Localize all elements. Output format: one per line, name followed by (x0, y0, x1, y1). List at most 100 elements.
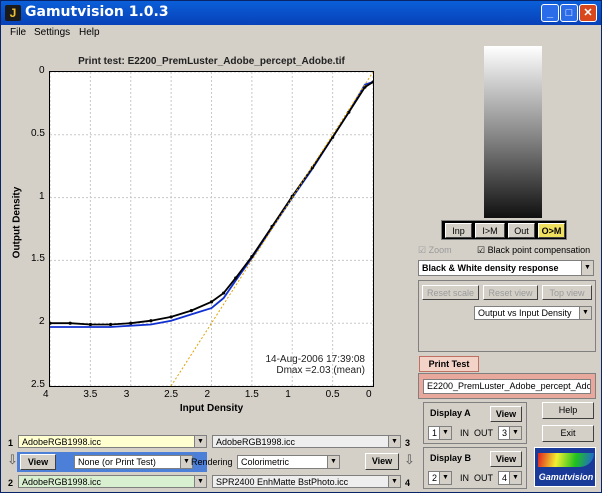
chevron-down-icon: ▼ (194, 436, 206, 447)
display-b-out-label: OUT (474, 473, 493, 483)
menu-settings[interactable]: Settings (34, 27, 70, 38)
bpc-checkbox[interactable]: ☑ Black point compensation (477, 245, 590, 256)
profile-1-select[interactable]: AdobeRGB1998.icc ▼ (18, 435, 207, 448)
display-b-in-select[interactable]: 2 ▼ (428, 471, 452, 485)
top-view-button[interactable]: Top view (542, 285, 592, 300)
mid-row-panel: View None (or Print Test) ▼ (17, 452, 207, 472)
display-a-out-select[interactable]: 3 ▼ (498, 426, 522, 440)
data-point (189, 309, 193, 313)
plot-title: Print test: E2200_PremLuster_Adobe_perce… (78, 56, 345, 67)
data-point (234, 276, 238, 280)
display-a-out-label: OUT (474, 428, 493, 438)
x-tick-label: 2 (204, 389, 211, 400)
view-1-button[interactable]: View (20, 454, 56, 470)
x-tick-label: 1 (285, 389, 291, 400)
data-point (88, 322, 92, 327)
data-point (169, 315, 173, 319)
timestamp-label: 14-Aug-2006 17:39:08 (265, 354, 365, 365)
minimize-button[interactable]: _ (541, 4, 559, 22)
menu-file[interactable]: File (10, 27, 26, 38)
display-b-in-label: IN (460, 473, 469, 483)
out-button[interactable]: Out (508, 223, 535, 238)
data-point (50, 321, 52, 325)
zoom-checkbox[interactable]: ☑ Zoom (418, 245, 452, 256)
profile-4-number: 4 (405, 478, 411, 488)
view-button-group: Inp I>M Out O>M (441, 220, 567, 240)
x-tick-label: 3 (123, 389, 130, 400)
profile-4-value: SPR2400 EnhMatte BstPhoto.icc (216, 477, 349, 487)
i-to-m-button[interactable]: I>M (475, 223, 505, 238)
x-tick-label: 2.5 (164, 389, 179, 400)
print-test-button[interactable]: Print Test (419, 356, 479, 372)
data-point (222, 291, 226, 295)
display-a-view-button[interactable]: View (490, 406, 522, 422)
data-point (209, 300, 214, 304)
exit-button[interactable]: Exit (542, 425, 594, 442)
menu-bar: File Settings Help (1, 25, 601, 41)
display-b-label: Display B (430, 453, 472, 463)
data-point (68, 321, 72, 325)
chart-svg (50, 72, 373, 386)
chevron-down-icon: ▼ (388, 436, 400, 447)
reset-scale-button[interactable]: Reset scale (422, 285, 479, 300)
profile-4-select[interactable]: SPR2400 EnhMatte BstPhoto.icc ▼ (212, 475, 401, 488)
display-b-view-button[interactable]: View (490, 451, 522, 467)
logo-swoosh (538, 453, 594, 467)
menu-help[interactable]: Help (79, 27, 100, 38)
display-a-out-value: 3 (502, 428, 508, 438)
y-tick-label: 0.5 (31, 127, 45, 139)
profile-3-value: AdobeRGB1998.icc (216, 437, 296, 447)
chevron-down-icon: ▼ (439, 427, 451, 439)
display-a-label: Display A (430, 408, 471, 418)
inp-button[interactable]: Inp (445, 223, 472, 238)
profile-2-select[interactable]: AdobeRGB1998.icc ▼ (18, 475, 207, 488)
y-tick-label: 1 (39, 190, 45, 202)
y-tick-label: 0 (39, 65, 45, 76)
arrow-down-right-icon: ⇩ (404, 452, 415, 467)
display-b-in-value: 2 (432, 473, 438, 483)
rendering-label: Rendering (191, 457, 233, 467)
rendering-select[interactable]: Colorimetric ▼ (237, 455, 340, 469)
axis-select-value: Output vs Input Density (478, 308, 572, 318)
profile-3-number: 3 (405, 438, 411, 448)
app-window: J Gamutvision 1.0.3 _ □ ✕ File Settings … (0, 0, 602, 493)
x-axis-label: Input Density (179, 403, 244, 414)
display-a-in-label: IN (460, 428, 469, 438)
data-point (129, 321, 133, 325)
zoom-label: Zoom (428, 245, 452, 255)
o-to-m-button[interactable]: O>M (538, 223, 565, 238)
profile-3-select[interactable]: AdobeRGB1998.icc ▼ (212, 435, 401, 448)
print-test-file-panel: E2200_PremLuster_Adobe_percept_Adobe.tif (418, 373, 596, 399)
response-select[interactable]: Black & White density response ▼ (418, 260, 594, 276)
view-controls-panel: Reset scale Reset view Top view Output v… (418, 280, 596, 352)
display-a-panel: Display A View 1 ▼ IN OUT 3 ▼ (423, 402, 527, 444)
reset-view-button[interactable]: Reset view (483, 285, 538, 300)
x-tick-label: 0.5 (325, 389, 340, 400)
y-tick-label: 1.5 (31, 253, 45, 265)
chevron-down-icon: ▼ (579, 307, 591, 319)
print-test-file-field[interactable]: E2200_PremLuster_Adobe_percept_Adobe.tif (423, 379, 591, 394)
x-tick-label: 0 (366, 389, 372, 400)
chevron-down-icon: ▼ (509, 472, 521, 484)
profile-1-value: AdobeRGB1998.icc (22, 437, 102, 447)
axis-select[interactable]: Output vs Input Density ▼ (474, 306, 592, 320)
density-ramp (484, 46, 542, 218)
bpc-label: Black point compensation (487, 245, 591, 255)
dmax-label: Dmax =2.03 (mean) (276, 365, 365, 376)
chevron-down-icon: ▼ (327, 456, 339, 468)
rendering-value: Colorimetric (241, 457, 290, 467)
response-select-value: Black & White density response (422, 263, 559, 273)
help-button[interactable]: Help (542, 402, 594, 419)
maximize-button[interactable]: □ (560, 4, 578, 22)
close-button[interactable]: ✕ (579, 4, 597, 22)
plot-area[interactable]: 14-Aug-2006 17:39:08 Dmax =2.03 (mean) (49, 71, 374, 387)
title-bar: J Gamutvision 1.0.3 _ □ ✕ (1, 1, 601, 25)
mid-select[interactable]: None (or Print Test) ▼ (74, 455, 193, 469)
chevron-down-icon: ▼ (194, 476, 206, 487)
y-tick-label: 2 (39, 316, 45, 328)
app-icon: J (5, 5, 21, 21)
display-b-out-select[interactable]: 4 ▼ (498, 471, 522, 485)
view-2-button[interactable]: View (365, 453, 399, 470)
mid-select-value: None (or Print Test) (78, 457, 156, 467)
display-a-in-select[interactable]: 1 ▼ (428, 426, 452, 440)
